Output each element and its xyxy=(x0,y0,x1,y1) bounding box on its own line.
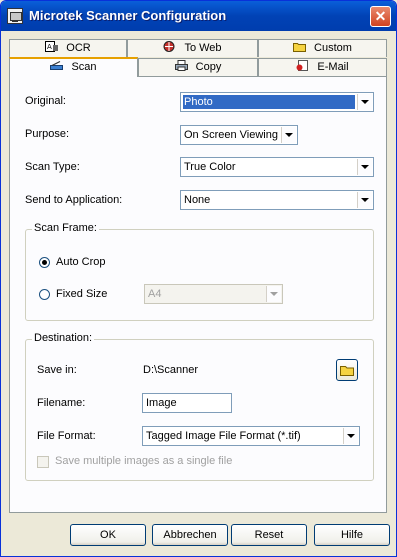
cancel-button[interactable]: Abbrechen xyxy=(152,524,228,546)
folder-icon xyxy=(340,366,354,376)
original-select[interactable]: Photo xyxy=(180,92,374,112)
scanner-app-icon xyxy=(7,8,23,24)
chevron-down-icon[interactable] xyxy=(281,127,296,143)
folder-icon xyxy=(293,43,307,52)
chevron-down-icon[interactable] xyxy=(266,286,281,302)
close-button[interactable]: ✕ xyxy=(370,6,391,27)
title-bar: Microtek Scanner Configuration ✕ xyxy=(1,1,396,31)
printer-icon xyxy=(174,60,188,71)
close-icon: ✕ xyxy=(374,8,387,24)
tab-email[interactable]: E-Mail xyxy=(258,58,387,76)
fixed-size-value: A4 xyxy=(148,288,162,300)
file-format-label: File Format: xyxy=(37,430,96,442)
purpose-label: Purpose: xyxy=(25,128,70,140)
tab-custom[interactable]: Custom xyxy=(258,39,387,57)
scan-frame-group: Scan Frame: Auto Crop Fixed Size A4 xyxy=(25,222,374,321)
filename-input[interactable]: Image xyxy=(142,393,232,413)
tab-to-web[interactable]: To Web xyxy=(127,39,258,57)
tab-email-label: E-Mail xyxy=(317,61,349,73)
chevron-down-icon[interactable] xyxy=(343,428,358,444)
destination-group: Destination: Save in: D:\Scanner Filenam… xyxy=(25,332,374,481)
fixed-size-radio[interactable] xyxy=(39,289,50,300)
save-multiple-label[interactable]: Save multiple images as a single file xyxy=(55,455,232,467)
scan-frame-title: Scan Frame: xyxy=(32,222,99,234)
tab-copy-label: Copy xyxy=(195,61,222,73)
destination-title: Destination: xyxy=(32,332,95,344)
tab-scan[interactable]: Scan xyxy=(9,57,138,77)
save-in-path: D:\Scanner xyxy=(143,364,199,376)
purpose-select[interactable]: On Screen Viewing xyxy=(180,125,298,145)
chevron-down-icon[interactable] xyxy=(357,159,372,175)
reset-button[interactable]: Reset xyxy=(231,524,307,546)
tab-ocr-label: OCR xyxy=(66,42,91,54)
chevron-down-icon[interactable] xyxy=(357,94,372,110)
file-format-select[interactable]: Tagged Image File Format (*.tif) xyxy=(142,426,360,446)
email-icon xyxy=(296,60,309,71)
ocr-icon: A xyxy=(45,41,59,52)
send-to-value: None xyxy=(184,194,211,206)
save-multiple-checkbox[interactable] xyxy=(37,456,49,468)
ok-button[interactable]: OK xyxy=(70,524,146,546)
file-format-value: Tagged Image File Format (*.tif) xyxy=(146,430,301,442)
fixed-size-label[interactable]: Fixed Size xyxy=(56,288,107,300)
tab-scan-label: Scan xyxy=(71,61,97,73)
tab-ocr[interactable]: A OCR xyxy=(9,39,127,57)
original-value: Photo xyxy=(183,95,355,109)
auto-crop-label[interactable]: Auto Crop xyxy=(56,256,106,268)
scan-type-label: Scan Type: xyxy=(25,161,80,173)
send-to-select[interactable]: None xyxy=(180,190,374,210)
tab-to-web-label: To Web xyxy=(184,42,222,54)
original-label: Original: xyxy=(25,95,66,107)
scan-type-select[interactable]: True Color xyxy=(180,157,374,177)
scan-type-value: True Color xyxy=(184,161,236,173)
send-to-label: Send to Application: xyxy=(25,194,123,206)
chevron-down-icon[interactable] xyxy=(357,192,372,208)
scanner-config-window: Microtek Scanner Configuration ✕ A OCR To… xyxy=(0,0,397,557)
window-title: Microtek Scanner Configuration xyxy=(29,8,227,23)
tab-copy[interactable]: Copy xyxy=(138,58,258,76)
purpose-value: On Screen Viewing xyxy=(184,129,278,141)
filename-label: Filename: xyxy=(37,397,86,409)
auto-crop-radio[interactable] xyxy=(39,257,50,268)
help-button[interactable]: Hilfe xyxy=(314,524,390,546)
svg-text:A: A xyxy=(47,43,52,51)
tab-custom-label: Custom xyxy=(314,42,352,54)
scanner-icon xyxy=(50,60,64,70)
browse-folder-button[interactable] xyxy=(336,359,358,381)
save-in-label: Save in: xyxy=(37,364,77,376)
globe-icon xyxy=(163,41,175,52)
scan-tab-panel: Original: Photo Purpose: On Screen Viewi… xyxy=(9,76,387,513)
fixed-size-select[interactable]: A4 xyxy=(144,284,283,304)
